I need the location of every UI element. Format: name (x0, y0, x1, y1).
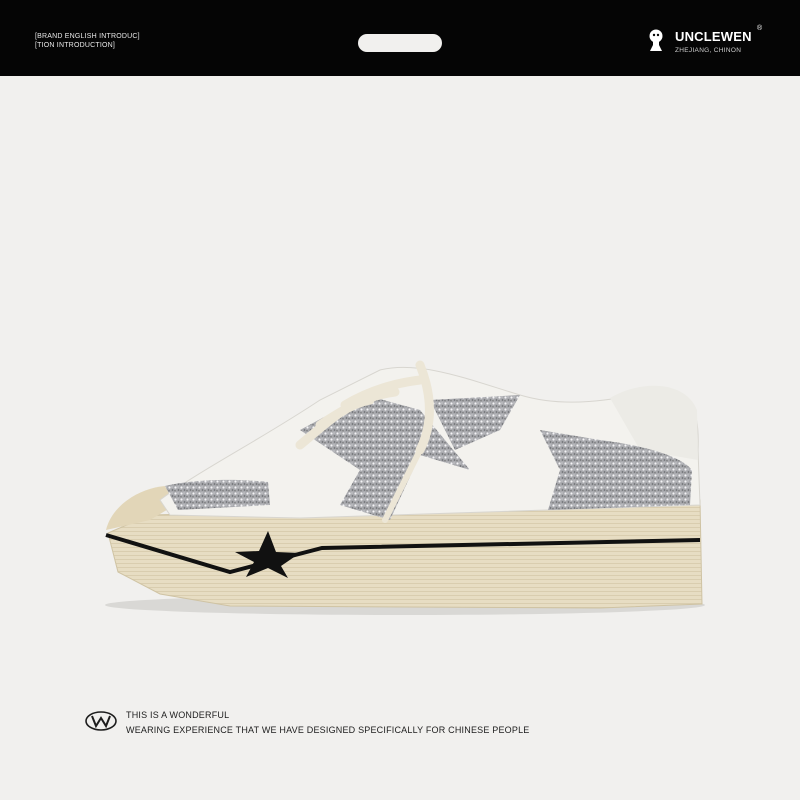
brand-w-logo-icon (85, 711, 117, 731)
sole (107, 499, 703, 609)
tagline-block: THIS IS A WONDERFUL WEARING EXPERIENCE T… (84, 706, 734, 746)
glitter-toe (165, 479, 270, 510)
tagline-line-1: THIS IS A WONDERFUL (126, 710, 230, 720)
tagline-line-2: WEARING EXPERIENCE THAT WE HAVE DESIGNED… (126, 725, 530, 735)
sneaker-illustration (105, 360, 705, 615)
